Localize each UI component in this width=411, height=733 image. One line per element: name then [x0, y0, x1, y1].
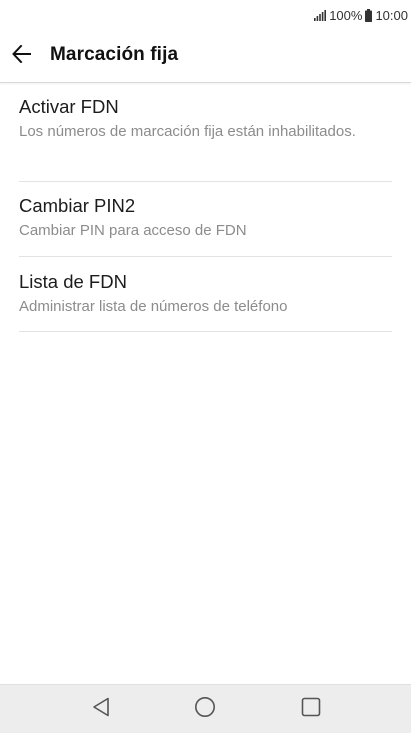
setting-title: Activar FDN — [19, 96, 119, 117]
setting-title: Cambiar PIN2 — [19, 195, 136, 216]
arrow-left-icon — [12, 44, 32, 68]
setting-summary: Administrar lista de números de teléfono — [19, 298, 288, 315]
clock-time: 10:00 — [375, 7, 408, 23]
setting-cambiar-pin2[interactable]: Cambiar PIN2 Cambiar PIN para acceso de … — [19, 182, 392, 257]
battery-percent: 100% — [329, 7, 363, 23]
status-indicators: 100% 10:00 — [314, 5, 408, 25]
navigation-bar — [0, 684, 411, 733]
setting-summary: Cambiar PIN para acceso de FDN — [19, 222, 247, 239]
nav-recents-button[interactable] — [287, 685, 335, 733]
setting-lista-de-fdn[interactable]: Lista de FDN Administrar lista de número… — [19, 257, 392, 332]
signal-bars-icon — [314, 9, 327, 21]
setting-title: Lista de FDN — [19, 271, 127, 292]
page-title: Marcación fija — [50, 44, 179, 65]
battery-full-icon — [365, 8, 373, 22]
setting-activar-fdn[interactable]: Activar FDN Los números de marcación fij… — [19, 83, 392, 182]
settings-list: Activar FDN Los números de marcación fij… — [0, 83, 411, 332]
app-bar: Marcación fija — [0, 30, 411, 83]
setting-summary: Los números de marcación fija están inha… — [19, 123, 356, 140]
back-button[interactable] — [8, 42, 36, 70]
triangle-back-icon — [92, 697, 110, 722]
status-bar: 100% 10:00 — [0, 0, 411, 30]
circle-home-icon — [194, 696, 216, 723]
nav-back-button[interactable] — [77, 685, 125, 733]
nav-home-button[interactable] — [181, 685, 229, 733]
square-recents-icon — [301, 697, 321, 722]
